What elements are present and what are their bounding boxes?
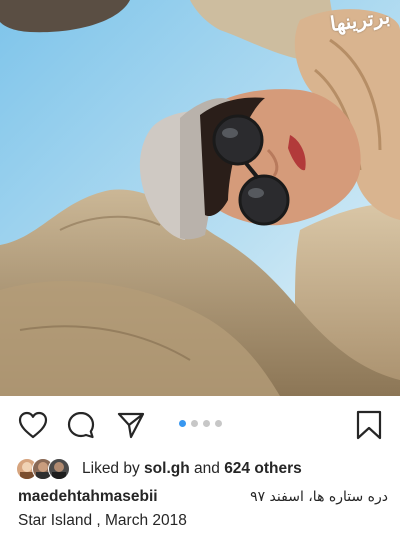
carousel-dot: [190, 420, 198, 427]
likes-count[interactable]: 624 others: [224, 460, 302, 478]
post-caption: maedehtahmasebii دره ستاره ها، اسفند ۹۷ …: [18, 488, 388, 530]
save-button[interactable]: [352, 408, 386, 442]
avatar: [48, 458, 70, 480]
likes-summary: Liked by sol.gh and 624 others: [16, 458, 302, 480]
caption-text-en: Star Island , March 2018: [18, 512, 187, 529]
caption-text-fa: دره ستاره ها، اسفند ۹۷: [250, 489, 388, 505]
liker-username[interactable]: sol.gh: [144, 460, 190, 478]
post-photo[interactable]: برترینها: [0, 0, 400, 396]
carousel-indicator: [0, 420, 400, 427]
bookmark-icon: [356, 410, 382, 440]
post-actions-bar: [0, 396, 400, 456]
caption-username[interactable]: maedehtahmasebii: [18, 488, 158, 506]
carousel-dot-active: [178, 420, 186, 427]
likes-prefix: Liked by: [82, 460, 140, 477]
carousel-dot: [214, 420, 222, 427]
carousel-dot: [202, 420, 210, 427]
liker-avatars[interactable]: [16, 458, 76, 480]
likes-connector: and: [194, 460, 220, 477]
